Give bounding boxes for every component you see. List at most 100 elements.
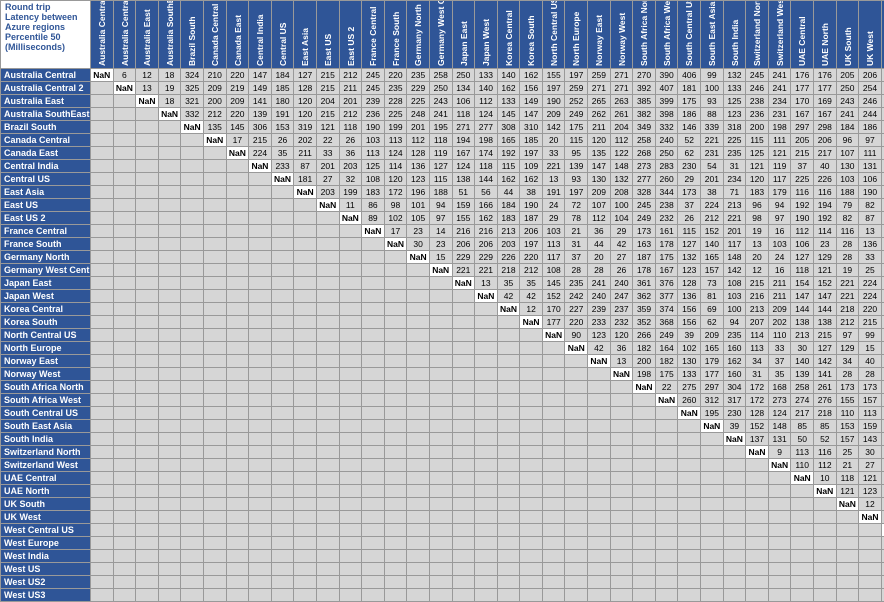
empty-cell — [294, 199, 317, 212]
empty-cell — [429, 472, 452, 485]
row-head: Canada Central — [1, 134, 91, 147]
value-cell: 236 — [746, 108, 769, 121]
value-cell: 216 — [452, 225, 475, 238]
empty-cell — [520, 537, 543, 550]
value-cell: 12 — [859, 498, 882, 511]
empty-cell — [633, 485, 656, 498]
value-cell: 51 — [452, 186, 475, 199]
value-cell: 258 — [791, 381, 814, 394]
empty-cell — [136, 316, 159, 329]
empty-cell — [271, 459, 294, 472]
value-cell: 190 — [520, 199, 543, 212]
value-cell: 167 — [655, 264, 678, 277]
value-cell: 235 — [723, 147, 746, 160]
empty-cell — [633, 446, 656, 459]
empty-cell — [678, 420, 701, 433]
value-cell: 165 — [497, 134, 520, 147]
empty-cell — [610, 472, 633, 485]
value-cell: 17 — [226, 134, 249, 147]
value-cell: 13 — [746, 238, 769, 251]
empty-cell — [181, 199, 204, 212]
value-cell: 103 — [723, 290, 746, 303]
value-cell: 26 — [678, 212, 701, 225]
empty-cell — [407, 511, 430, 524]
value-cell: 183 — [746, 186, 769, 199]
empty-cell — [113, 199, 136, 212]
empty-cell — [271, 433, 294, 446]
row-head: Germany West Central — [1, 264, 91, 277]
value-cell: 319 — [294, 121, 317, 134]
empty-cell — [362, 342, 385, 355]
empty-cell — [497, 576, 520, 589]
value-cell: 138 — [791, 316, 814, 329]
value-cell: 187 — [520, 212, 543, 225]
value-cell: 182 — [655, 355, 678, 368]
empty-cell — [136, 550, 159, 563]
value-cell: 209 — [588, 186, 611, 199]
empty-cell — [271, 381, 294, 394]
value-cell: 140 — [497, 69, 520, 82]
empty-cell — [294, 563, 317, 576]
empty-cell — [362, 446, 385, 459]
empty-cell — [181, 290, 204, 303]
empty-cell — [316, 277, 339, 290]
value-cell: 213 — [791, 329, 814, 342]
empty-cell — [91, 95, 114, 108]
empty-cell — [768, 498, 791, 511]
value-cell: 399 — [655, 95, 678, 108]
empty-cell — [294, 290, 317, 303]
row-head: Korea South — [1, 316, 91, 329]
value-cell: 243 — [836, 95, 859, 108]
empty-cell — [588, 381, 611, 394]
value-cell: 39 — [678, 329, 701, 342]
table-row: Australia SouthEastNaN332212220139191120… — [1, 108, 884, 121]
col-head-21: North Europe — [565, 1, 588, 69]
latency-matrix-table: Round trip Latency between Azure regions… — [0, 0, 884, 602]
value-cell: 112 — [588, 212, 611, 225]
nan-cell: NaN — [407, 251, 430, 264]
value-cell: 229 — [475, 251, 498, 264]
empty-cell — [316, 316, 339, 329]
value-cell: 40 — [859, 355, 882, 368]
col-head-8: Central US — [271, 1, 294, 69]
value-cell: 139 — [791, 368, 814, 381]
value-cell: 93 — [565, 173, 588, 186]
empty-cell — [362, 459, 385, 472]
empty-cell — [91, 147, 114, 160]
value-cell: 209 — [203, 82, 226, 95]
empty-cell — [181, 446, 204, 459]
value-cell: 203 — [497, 238, 520, 251]
row-head: UK South — [1, 498, 91, 511]
value-cell: 235 — [565, 277, 588, 290]
empty-cell — [384, 251, 407, 264]
value-cell: 112 — [475, 95, 498, 108]
empty-cell — [768, 472, 791, 485]
value-cell: 30 — [791, 342, 814, 355]
empty-cell — [497, 329, 520, 342]
value-cell: 82 — [836, 212, 859, 225]
value-cell: 172 — [384, 186, 407, 199]
empty-cell — [181, 251, 204, 264]
empty-cell — [362, 394, 385, 407]
empty-cell — [497, 459, 520, 472]
empty-cell — [249, 329, 272, 342]
empty-cell — [226, 199, 249, 212]
empty-cell — [723, 576, 746, 589]
row-head: East US 2 — [1, 212, 91, 225]
table-row: Australia CentralNaN61218324210220147184… — [1, 69, 884, 82]
value-cell: 261 — [610, 108, 633, 121]
empty-cell — [610, 420, 633, 433]
value-cell: 121 — [768, 147, 791, 160]
nan-cell: NaN — [384, 238, 407, 251]
value-cell: 162 — [520, 69, 543, 82]
value-cell: 121 — [746, 160, 769, 173]
empty-cell — [633, 407, 656, 420]
empty-cell — [316, 342, 339, 355]
value-cell: 199 — [339, 186, 362, 199]
empty-cell — [384, 394, 407, 407]
empty-cell — [158, 329, 181, 342]
empty-cell — [91, 134, 114, 147]
empty-cell — [542, 524, 565, 537]
value-cell: 183 — [497, 212, 520, 225]
nan-cell: NaN — [316, 199, 339, 212]
